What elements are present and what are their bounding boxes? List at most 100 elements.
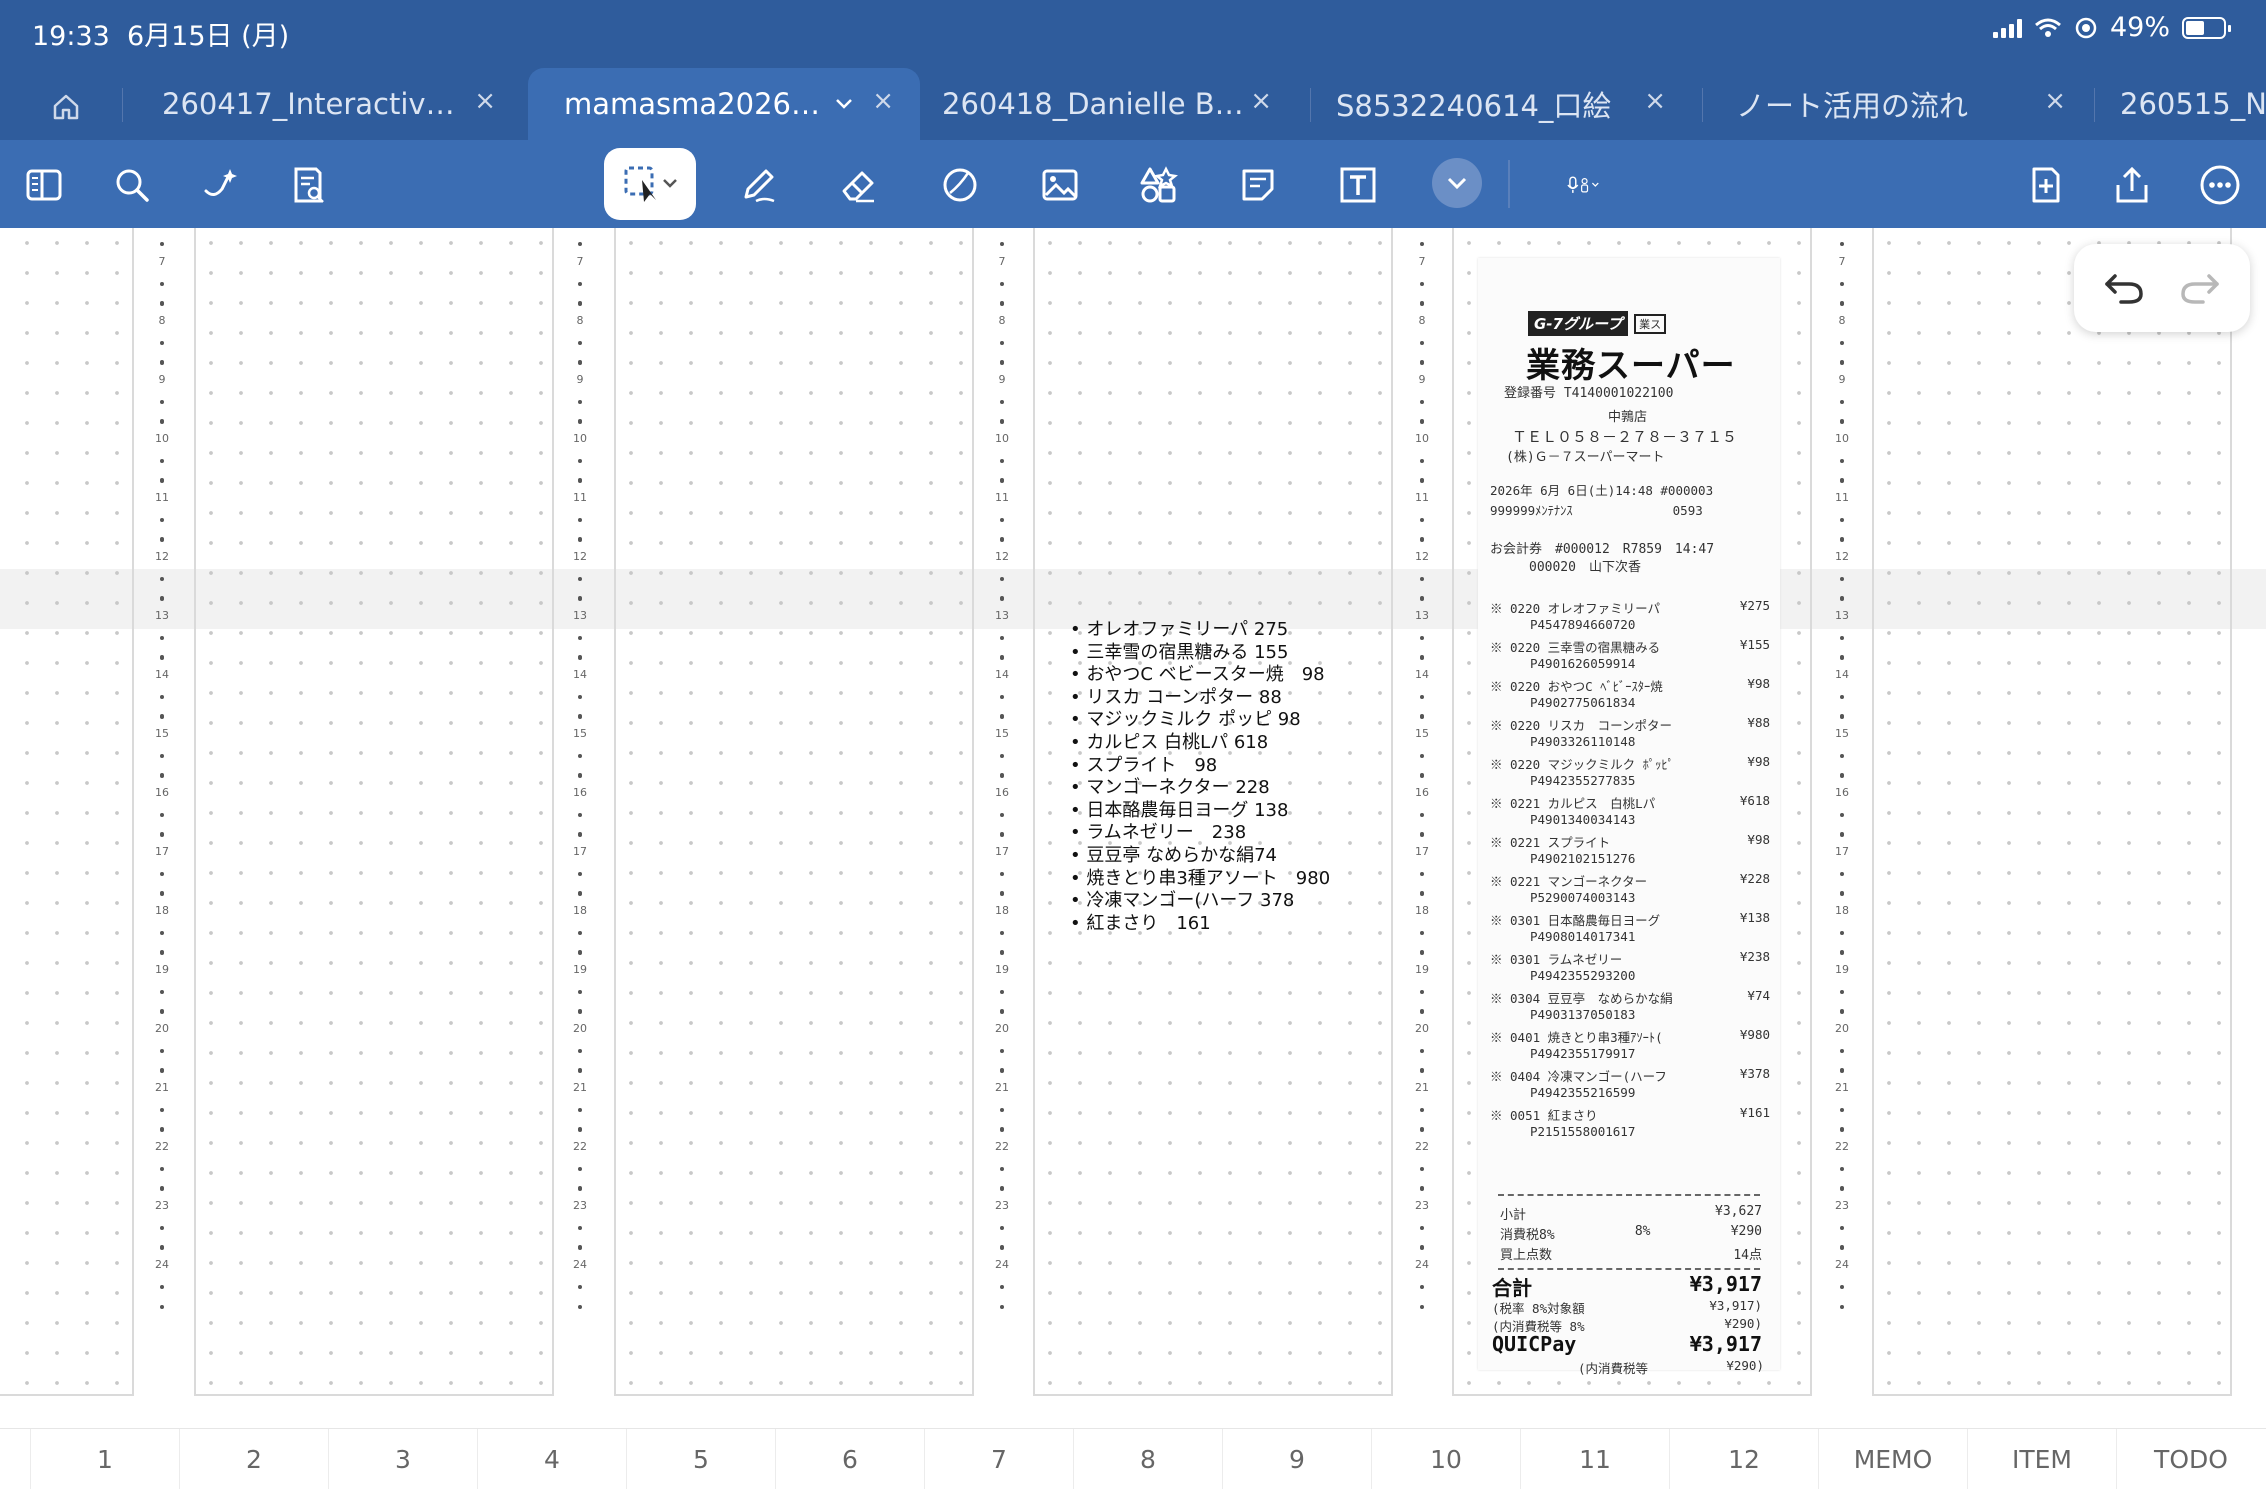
ruler-dot	[1000, 419, 1004, 423]
tab-close-icon[interactable]: ×	[474, 86, 496, 116]
index-tab-7[interactable]: 7	[924, 1429, 1073, 1489]
index-tab-memo[interactable]: MEMO	[1818, 1429, 1967, 1489]
index-tab-12[interactable]: 12	[1669, 1429, 1818, 1489]
more-tools-button[interactable]	[1432, 158, 1482, 208]
receipt-item-price: ¥378	[1739, 1066, 1770, 1081]
ruler-dot	[1000, 360, 1004, 364]
shopping-list[interactable]: オレオファミリーパ 275三幸雪の宿黒糖みる 155おやつC ベビースター焼 9…	[1070, 619, 1330, 935]
tab-260515[interactable]: 260515_No	[2084, 68, 2266, 140]
tab-260417[interactable]: 260417_Interactiv… ×	[126, 68, 522, 140]
ruler-number: 19	[155, 963, 169, 976]
index-tab-item[interactable]: ITEM	[1967, 1429, 2116, 1489]
elements-tool[interactable]	[1126, 154, 1190, 216]
ruler-dot	[1840, 636, 1844, 640]
eraser-tool[interactable]	[826, 154, 890, 216]
planner-column[interactable]	[194, 228, 554, 1396]
ruler-number: 9	[998, 373, 1006, 386]
ruler-dot	[1420, 282, 1424, 286]
index-tab-4[interactable]: 4	[477, 1429, 626, 1489]
ruler-dot	[578, 931, 582, 935]
ruler-dot	[160, 773, 164, 777]
index-tab-1[interactable]: 1	[30, 1429, 179, 1489]
ruler-dot	[1000, 773, 1004, 777]
index-tab-5[interactable]: 5	[626, 1429, 775, 1489]
sticky-note-tool[interactable]	[1226, 154, 1290, 216]
ruler-number: 23	[1835, 1199, 1849, 1212]
redo-button[interactable]	[2174, 264, 2226, 312]
receipt-image[interactable]: G-7グループ 業ス 業務スーパー 登録番号 T4140001022100 中鶉…	[1478, 258, 1780, 1376]
ruler-dot	[160, 282, 164, 286]
ruler-dot	[160, 636, 164, 640]
more-button[interactable]	[2188, 154, 2252, 216]
index-tab-2[interactable]: 2	[179, 1429, 328, 1489]
ruler-dot	[578, 636, 582, 640]
lasso-select-tool[interactable]	[604, 148, 696, 220]
planner-column[interactable]	[1872, 228, 2232, 1396]
tab-close-icon[interactable]: ×	[2044, 86, 2066, 116]
receipt-total-label: 合計	[1492, 1276, 1532, 1300]
ruler-dot	[1000, 1108, 1004, 1112]
tab-s8532240614[interactable]: S8532240614_口絵 ×	[1300, 68, 1692, 140]
ruler-dot	[160, 1226, 164, 1230]
pen-tool[interactable]	[726, 154, 790, 216]
ruler-dot	[160, 990, 164, 994]
ruler-dot	[160, 419, 164, 423]
textbox-tool[interactable]	[1326, 154, 1390, 216]
tab-260418[interactable]: 260418_Danielle B… ×	[906, 68, 1298, 140]
image-icon	[1042, 169, 1078, 201]
tab-close-icon[interactable]: ×	[1644, 86, 1666, 116]
index-tab-6[interactable]: 6	[775, 1429, 924, 1489]
receipt-company: (株)Ｇ－７スーパーマート	[1506, 450, 1665, 465]
ruler-number: 13	[1415, 609, 1429, 622]
notebook-canvas[interactable]: 7 8 9 10 11 12 13 14 15 16 17 18 19 20 21 22 23 24 7 8 9 10 1…	[0, 228, 2266, 1428]
ruler-dot	[578, 990, 582, 994]
receipt-store-name: 業務スーパー	[1526, 346, 1736, 386]
ruler-number: 17	[995, 845, 1009, 858]
sidebar-button[interactable]	[12, 154, 76, 216]
receipt-item-name: ※ 0220 リスカ コーンポター	[1490, 718, 1673, 733]
index-tab-todo[interactable]: TODO	[2116, 1429, 2265, 1489]
receipt-tax-label: 消費税8%	[1500, 1228, 1555, 1243]
ruler-dot	[1420, 714, 1424, 718]
voice-record-tool[interactable]	[1540, 154, 1636, 216]
ruler-dot	[1420, 360, 1424, 364]
index-tab-11[interactable]: 11	[1520, 1429, 1669, 1489]
planner-column[interactable]	[0, 228, 134, 1396]
index-tab-3[interactable]: 3	[328, 1429, 477, 1489]
ruler-dot	[578, 577, 582, 581]
tab-close-icon[interactable]: ×	[872, 86, 894, 116]
chevron-down-icon[interactable]	[834, 97, 854, 111]
home-tab[interactable]	[30, 82, 102, 132]
index-tab-8[interactable]: 8	[1073, 1429, 1222, 1489]
index-tab-10[interactable]: 10	[1371, 1429, 1520, 1489]
image-tool[interactable]	[1028, 154, 1092, 216]
shopping-list-item: 三幸雪の宿黒糖みる 155	[1070, 642, 1330, 665]
receipt-ticket: お会計券 #000012 R7859 14:47	[1490, 542, 1715, 557]
shape-tool[interactable]	[928, 154, 992, 216]
ai-button[interactable]	[188, 154, 252, 216]
ruler-number: 14	[1835, 668, 1849, 681]
tab-note-flow[interactable]: ノート活用の流れ ×	[1700, 68, 2092, 140]
ruler-number: 13	[155, 609, 169, 622]
planner-column[interactable]	[614, 228, 974, 1396]
receipt-line-item: ※ 0401 焼きとり串3種ｱｿｰﾄ(¥980 P4942355179917	[1490, 1027, 1770, 1061]
add-page-button[interactable]	[2014, 154, 2078, 216]
undo-button[interactable]	[2098, 264, 2150, 312]
tab-mamasma[interactable]: mamasma2026… ×	[528, 68, 920, 140]
share-button[interactable]	[2100, 154, 2164, 216]
ruler-dot	[1840, 1068, 1844, 1072]
ruler-dot	[1840, 1108, 1844, 1112]
ruler-dot	[1840, 360, 1844, 364]
tab-close-icon[interactable]: ×	[1250, 86, 1272, 116]
ruler-dot	[1000, 596, 1004, 600]
index-tab-9[interactable]: 9	[1222, 1429, 1371, 1489]
ruler-number: 24	[1835, 1258, 1849, 1271]
search-button[interactable]	[100, 154, 164, 216]
ruler-number: 23	[155, 1199, 169, 1212]
ruler-dot	[1000, 754, 1004, 758]
ruler-dot	[1000, 459, 1004, 463]
ruler-dot	[578, 832, 582, 836]
ruler-dot	[578, 1305, 582, 1309]
ruler-number: 7	[158, 255, 166, 268]
page-search-button[interactable]	[276, 154, 340, 216]
